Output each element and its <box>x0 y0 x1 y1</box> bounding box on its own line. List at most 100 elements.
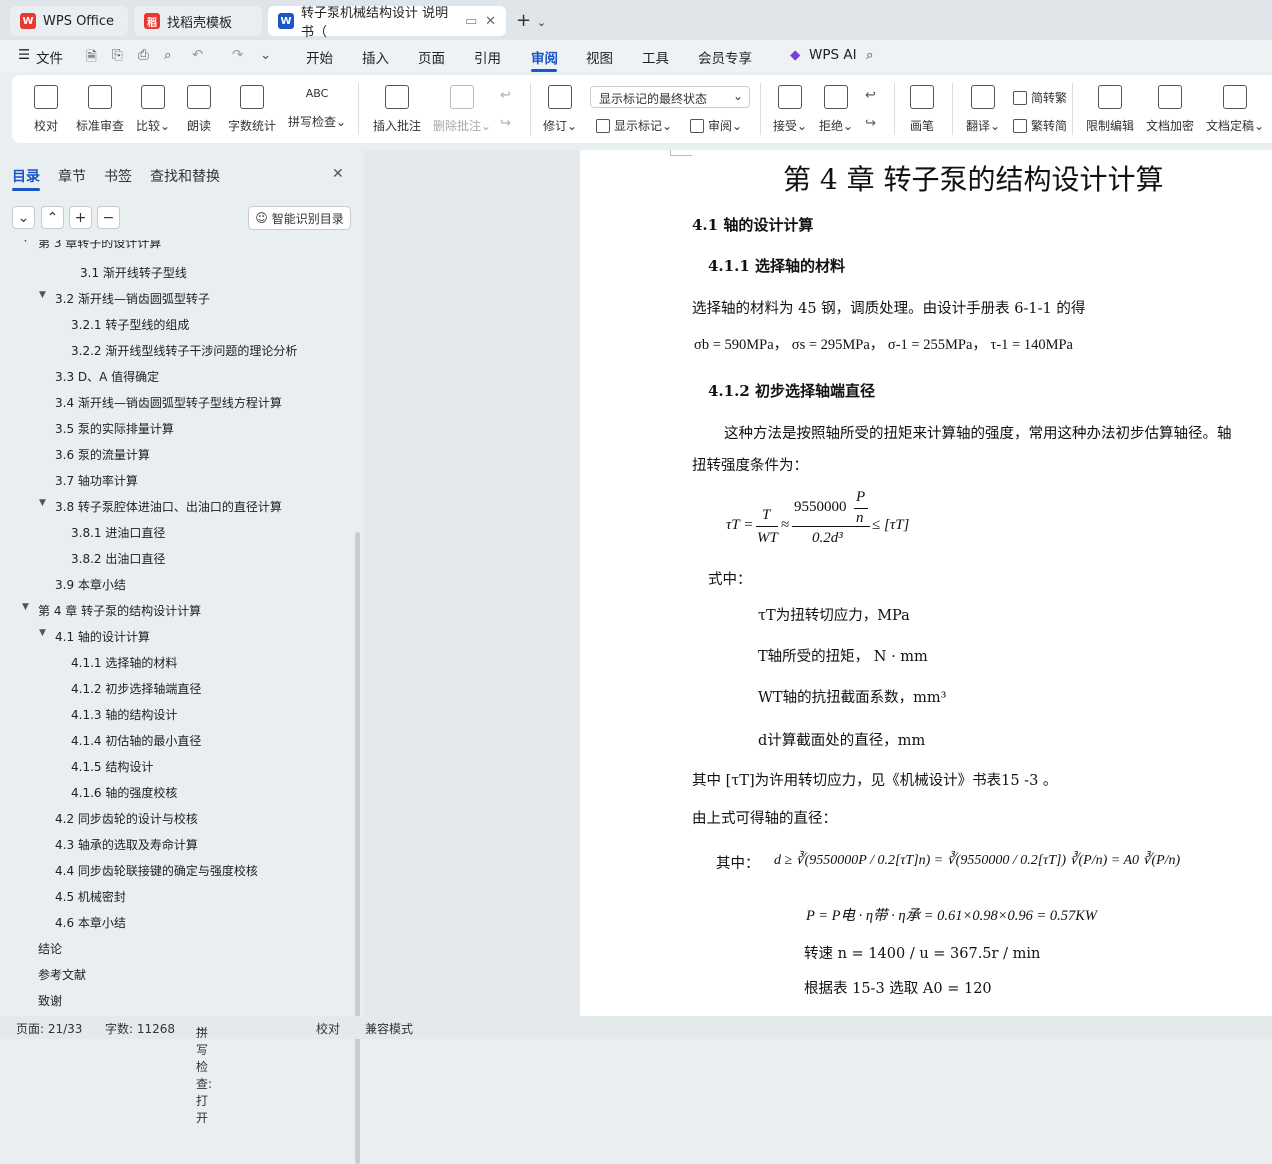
prev-change-icon[interactable]: ↩ <box>865 88 876 103</box>
word-count[interactable]: 字数: 11268 <box>105 1020 175 1037</box>
simp-to-trad-button[interactable]: 简转繁 <box>1013 89 1067 106</box>
toc-item[interactable]: ▼ 4.1 轴的设计计算 <box>39 628 150 645</box>
expand-arrow-icon[interactable]: ▼ <box>22 240 29 244</box>
insert-comment-button[interactable]: 插入批注 <box>373 81 421 134</box>
trad-to-simp-button[interactable]: 繁转简 <box>1013 117 1067 134</box>
tab-wps-office[interactable]: W WPS Office <box>10 6 128 36</box>
document-page[interactable]: 第 4 章 转子泵的结构设计计算 4.1 轴的设计计算 4.1.1 选择轴的材料… <box>580 150 1272 1016</box>
screen-icon[interactable]: ▭ <box>465 14 477 29</box>
nav-tab-find-replace[interactable]: 查找和替换 <box>150 166 220 186</box>
close-tab-icon[interactable]: ✕ <box>485 14 496 29</box>
toc-item[interactable]: 4.1.1 选择轴的材料 <box>71 654 177 671</box>
undo-icon[interactable]: ↶ <box>192 47 203 63</box>
chevron-down-icon[interactable]: ⌄ <box>537 16 546 29</box>
markup-display-select[interactable]: 显示标记的最终状态 ⌄ <box>590 86 750 108</box>
save-icon[interactable]: 🗎 <box>86 47 97 70</box>
encrypt-button[interactable]: 文档加密 <box>1146 81 1194 134</box>
menu-view[interactable]: 视图 <box>586 47 613 67</box>
toc-item[interactable]: 3.8.2 出油口直径 <box>71 550 165 567</box>
page-indicator[interactable]: 页面: 21/33 <box>16 1020 82 1037</box>
word-count-button[interactable]: 字数统计 <box>228 81 276 134</box>
more-chevron-icon[interactable]: ⌄ <box>260 47 271 63</box>
menu-review[interactable]: 审阅 <box>531 47 558 67</box>
menu-tools[interactable]: 工具 <box>642 47 669 67</box>
toc-item[interactable]: 3.4 渐开线—销齿圆弧型转子型线方程计算 <box>55 394 282 411</box>
new-tab-button[interactable]: + ⌄ <box>516 10 546 31</box>
reject-button[interactable]: 拒绝⌄ <box>819 81 853 134</box>
standard-review-button[interactable]: 标准审查 <box>76 81 124 134</box>
nav-tab-bookmarks[interactable]: 书签 <box>104 166 132 186</box>
toc-item[interactable]: 参考文献 <box>38 966 86 983</box>
spell-check-button[interactable]: ABC 拼写检查⌄ <box>288 81 346 130</box>
tab-docer-templates[interactable]: 稻 找稻壳模板 <box>134 6 262 36</box>
toc-item[interactable]: 3.9 本章小结 <box>55 576 126 593</box>
expand-arrow-icon[interactable]: ▼ <box>39 628 46 638</box>
toc-item[interactable]: 4.3 轴承的选取及寿命计算 <box>55 836 198 853</box>
add-heading-button[interactable]: + <box>69 206 92 229</box>
next-comment-icon[interactable]: ↪ <box>500 116 511 131</box>
close-pane-icon[interactable]: ✕ <box>332 166 344 182</box>
track-changes-button[interactable]: 修订⌄ <box>543 81 577 134</box>
proof-button[interactable]: 校对 <box>34 81 58 134</box>
show-marks-button[interactable]: 显示标记 ⌄ <box>596 117 672 134</box>
menu-page[interactable]: 页面 <box>418 47 445 67</box>
export-icon[interactable]: ⎘ <box>112 47 123 63</box>
toc-item[interactable]: 结论 <box>38 940 62 957</box>
menu-wps-ai[interactable]: WPS AI <box>809 47 857 63</box>
compare-button[interactable]: 比较⌄ <box>136 81 170 134</box>
expand-arrow-icon[interactable]: ▼ <box>22 602 29 612</box>
expand-arrow-icon[interactable]: ▼ <box>39 498 46 508</box>
tab-active-document[interactable]: W 转子泵机械结构设计 说明书（ ▭ ✕ <box>268 6 506 40</box>
toc-item[interactable]: 4.1.4 初估轴的最小直径 <box>71 732 201 749</box>
toc-item[interactable]: 3.2.2 渐开线型线转子干涉问题的理论分析 <box>71 342 297 359</box>
accept-button[interactable]: 接受⌄ <box>773 81 807 134</box>
toc-item[interactable]: 4.5 机械密封 <box>55 888 126 905</box>
toc-item[interactable]: 3.6 泵的流量计算 <box>55 446 150 463</box>
print-preview-icon[interactable]: ⌕ <box>164 47 172 63</box>
review-pane-button[interactable]: 审阅 ⌄ <box>690 117 742 134</box>
toc-item[interactable]: 3.2.1 转子型线的组成 <box>71 316 189 333</box>
prev-comment-icon[interactable]: ↩ <box>500 88 511 103</box>
sidebar-scrollbar[interactable] <box>355 532 360 1164</box>
toc-item[interactable]: 4.1.2 初步选择轴端直径 <box>71 680 201 697</box>
toc-item[interactable]: 3.5 泵的实际排量计算 <box>55 420 174 437</box>
menu-member[interactable]: 会员专享 <box>698 47 752 67</box>
expand-arrow-icon[interactable]: ▼ <box>39 290 46 300</box>
toc-item[interactable]: 致谢 <box>38 992 62 1009</box>
smart-toc-button[interactable]: ☺ 智能识别目录 <box>248 206 351 230</box>
restrict-edit-button[interactable]: 限制编辑 <box>1086 81 1134 134</box>
pen-button[interactable]: 画笔 <box>910 81 934 134</box>
collapse-down-button[interactable]: ⌄ <box>12 206 35 229</box>
toc-item[interactable]: ▼ 第 3 章转子的设计计算 <box>22 240 161 251</box>
redo-icon[interactable]: ↷ <box>232 47 243 63</box>
proof-status[interactable]: 校对 <box>316 1020 340 1037</box>
toc-item[interactable]: ▼ 3.8 转子泵腔体进油口、出油口的直径计算 <box>39 498 282 515</box>
read-aloud-button[interactable]: 朗读 <box>187 81 211 134</box>
toc-item[interactable]: 3.3 D、A 值得确定 <box>55 368 159 385</box>
menu-references[interactable]: 引用 <box>474 47 501 67</box>
delete-comment-button[interactable]: 删除批注⌄ <box>433 81 491 134</box>
translate-button[interactable]: 翻译⌄ <box>966 81 1000 134</box>
remove-heading-button[interactable]: − <box>97 206 120 229</box>
next-change-icon[interactable]: ↪ <box>865 116 876 131</box>
spell-check-status[interactable]: 拼写检查: 打开 ⌄ <box>196 1020 212 1125</box>
toc-item[interactable]: 3.8.1 进油口直径 <box>71 524 165 541</box>
menu-insert[interactable]: 插入 <box>362 47 389 67</box>
toc-item[interactable]: ▼ 3.2 渐开线—销齿圆弧型转子 <box>39 290 210 307</box>
collapse-up-button[interactable]: ⌃ <box>41 206 64 229</box>
print-icon[interactable]: ⎙ <box>138 47 149 63</box>
menu-home[interactable]: 开始 <box>306 47 333 67</box>
menu-file[interactable]: 文件 <box>36 47 63 67</box>
toc-item[interactable]: 4.2 同步齿轮的设计与校核 <box>55 810 198 827</box>
nav-tab-toc[interactable]: 目录 <box>12 166 40 186</box>
finalize-button[interactable]: 文档定稿⌄ <box>1206 81 1264 134</box>
toc-item[interactable]: ▼ 第 4 章 转子泵的结构设计计算 <box>22 602 201 619</box>
search-icon[interactable]: ⌕ <box>866 47 874 63</box>
hamburger-icon[interactable]: ☰ <box>18 47 30 63</box>
toc-item[interactable]: 4.1.5 结构设计 <box>71 758 153 775</box>
toc-item[interactable]: 4.1.3 轴的结构设计 <box>71 706 177 723</box>
toc-item[interactable]: 3.7 轴功率计算 <box>55 472 138 489</box>
toc-item[interactable]: 4.1.6 轴的强度校核 <box>71 784 177 801</box>
nav-tab-sections[interactable]: 章节 <box>58 166 86 186</box>
toc-item[interactable]: 3.1 渐开线转子型线 <box>80 264 187 281</box>
